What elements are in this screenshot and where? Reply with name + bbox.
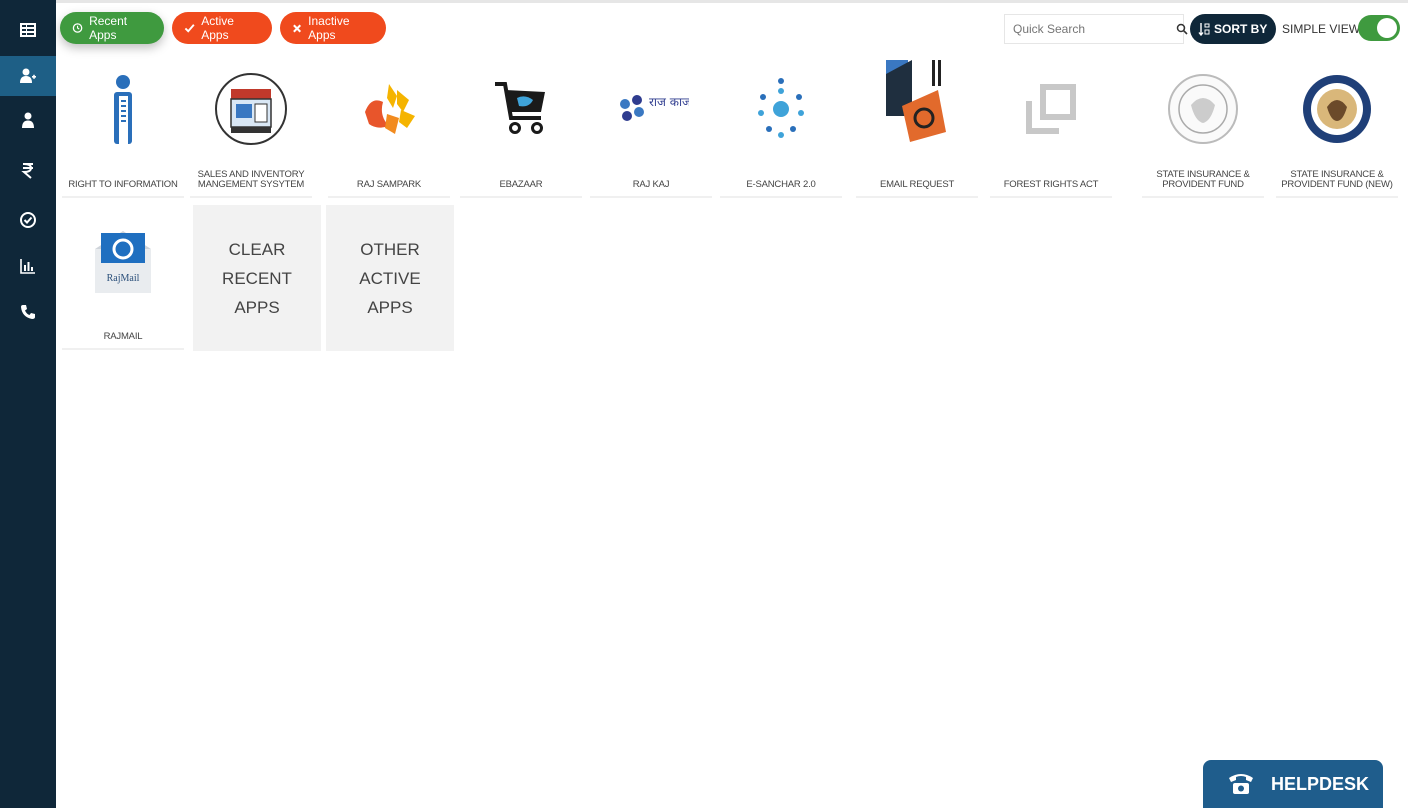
other-active-apps-label: OTHER ACTIVE APPS	[359, 239, 421, 317]
recent-apps-button[interactable]: Recent Apps	[60, 12, 164, 44]
app-label: FOREST RIGHTS ACT	[1003, 179, 1099, 190]
close-icon	[293, 24, 302, 32]
app-label: EMAIL REQUEST	[879, 179, 955, 190]
window-restore-icon	[990, 66, 1112, 152]
app-label: STATE INSURANCE & PROVIDENT FUND (NEW)	[1281, 169, 1393, 190]
app-label: RAJ KAJ	[632, 179, 670, 190]
search-icon[interactable]	[1176, 16, 1188, 42]
sort-by-button[interactable]: SORT BY	[1190, 14, 1276, 44]
check-circle-icon[interactable]	[0, 200, 56, 240]
history-icon	[72, 23, 83, 33]
rajmail-envelope-icon: RajMail	[62, 218, 184, 304]
toggle-knob	[1377, 18, 1397, 38]
sidebar	[0, 0, 56, 808]
recent-apps-label: Recent Apps	[89, 14, 128, 42]
inventory-store-icon	[190, 66, 312, 152]
app-tile-raj-sampark[interactable]: RAJ SAMPARK	[328, 58, 450, 198]
quick-search	[1004, 14, 1188, 44]
raj-kaj-logo-icon: राज काज	[590, 66, 712, 152]
clear-recent-apps-button[interactable]: CLEAR RECENT APPS	[193, 205, 321, 351]
phone-icon[interactable]	[0, 292, 56, 332]
search-input[interactable]	[1005, 16, 1176, 42]
e-sanchar-network-icon	[720, 66, 842, 152]
active-apps-label: Active Apps	[201, 14, 234, 42]
app-label: EBAZAAR	[499, 179, 543, 190]
info-person-icon	[62, 66, 184, 152]
raj-sampark-logo-icon	[328, 66, 450, 152]
rupee-icon[interactable]	[0, 150, 56, 190]
app-tile-state-insurance[interactable]: STATE INSURANCE & PROVIDENT FUND	[1142, 58, 1264, 198]
app-label: SALES AND INVENTORY MANGEMENT SYSYTEM	[197, 169, 305, 190]
add-user-icon[interactable]	[0, 56, 56, 96]
app-label: RAJMAIL	[103, 331, 143, 342]
top-border	[56, 0, 1408, 3]
bar-chart-icon[interactable]	[0, 246, 56, 286]
active-apps-button[interactable]: Active Apps	[172, 12, 272, 44]
helpdesk-button[interactable]: HELPDESK	[1203, 760, 1383, 808]
raj-kaj-logo-text: राज काज	[649, 95, 689, 109]
state-seal-new-icon	[1276, 66, 1398, 152]
app-label: E-SANCHAR 2.0	[746, 179, 816, 190]
email-request-icon	[856, 58, 978, 144]
sort-icon	[1198, 23, 1210, 36]
app-tile-email-request[interactable]: EMAIL REQUEST	[856, 58, 978, 198]
app-tile-rti[interactable]: RIGHT TO INFORMATION	[62, 58, 184, 198]
state-seal-icon	[1142, 66, 1264, 152]
clear-recent-apps-label: CLEAR RECENT APPS	[222, 239, 292, 317]
inactive-apps-button[interactable]: Inactive Apps	[280, 12, 386, 44]
app-tile-raj-kaj[interactable]: राज काज RAJ KAJ	[590, 58, 712, 198]
simple-view-label: SIMPLE VIEW	[1282, 22, 1361, 36]
telephone-icon	[1229, 774, 1253, 794]
app-tile-state-insurance-new[interactable]: STATE INSURANCE & PROVIDENT FUND (NEW)	[1276, 58, 1398, 198]
helpdesk-label: HELPDESK	[1271, 773, 1370, 794]
user-icon[interactable]	[0, 100, 56, 140]
app-tile-e-sanchar[interactable]: E-SANCHAR 2.0	[720, 58, 842, 198]
app-tile-ebazaar[interactable]: EBAZAAR	[460, 58, 582, 198]
app-tile-forest-rights[interactable]: FOREST RIGHTS ACT	[990, 58, 1112, 198]
inactive-apps-label: Inactive Apps	[308, 14, 350, 42]
app-label: RAJ SAMPARK	[356, 179, 422, 190]
shopping-cart-icon	[460, 66, 582, 152]
menu-list-icon[interactable]	[0, 10, 56, 50]
app-tile-rajmail[interactable]: RajMail RAJMAIL	[62, 210, 184, 350]
app-label: RIGHT TO INFORMATION	[68, 179, 178, 190]
app-tile-sales-inventory[interactable]: SALES AND INVENTORY MANGEMENT SYSYTEM	[190, 58, 312, 198]
check-icon	[184, 24, 195, 33]
rajmail-logo-text: RajMail	[107, 273, 140, 284]
sort-by-label: SORT BY	[1214, 22, 1268, 36]
app-label: STATE INSURANCE & PROVIDENT FUND	[1156, 169, 1250, 190]
simple-view-toggle[interactable]	[1358, 15, 1400, 41]
other-active-apps-button[interactable]: OTHER ACTIVE APPS	[326, 205, 454, 351]
